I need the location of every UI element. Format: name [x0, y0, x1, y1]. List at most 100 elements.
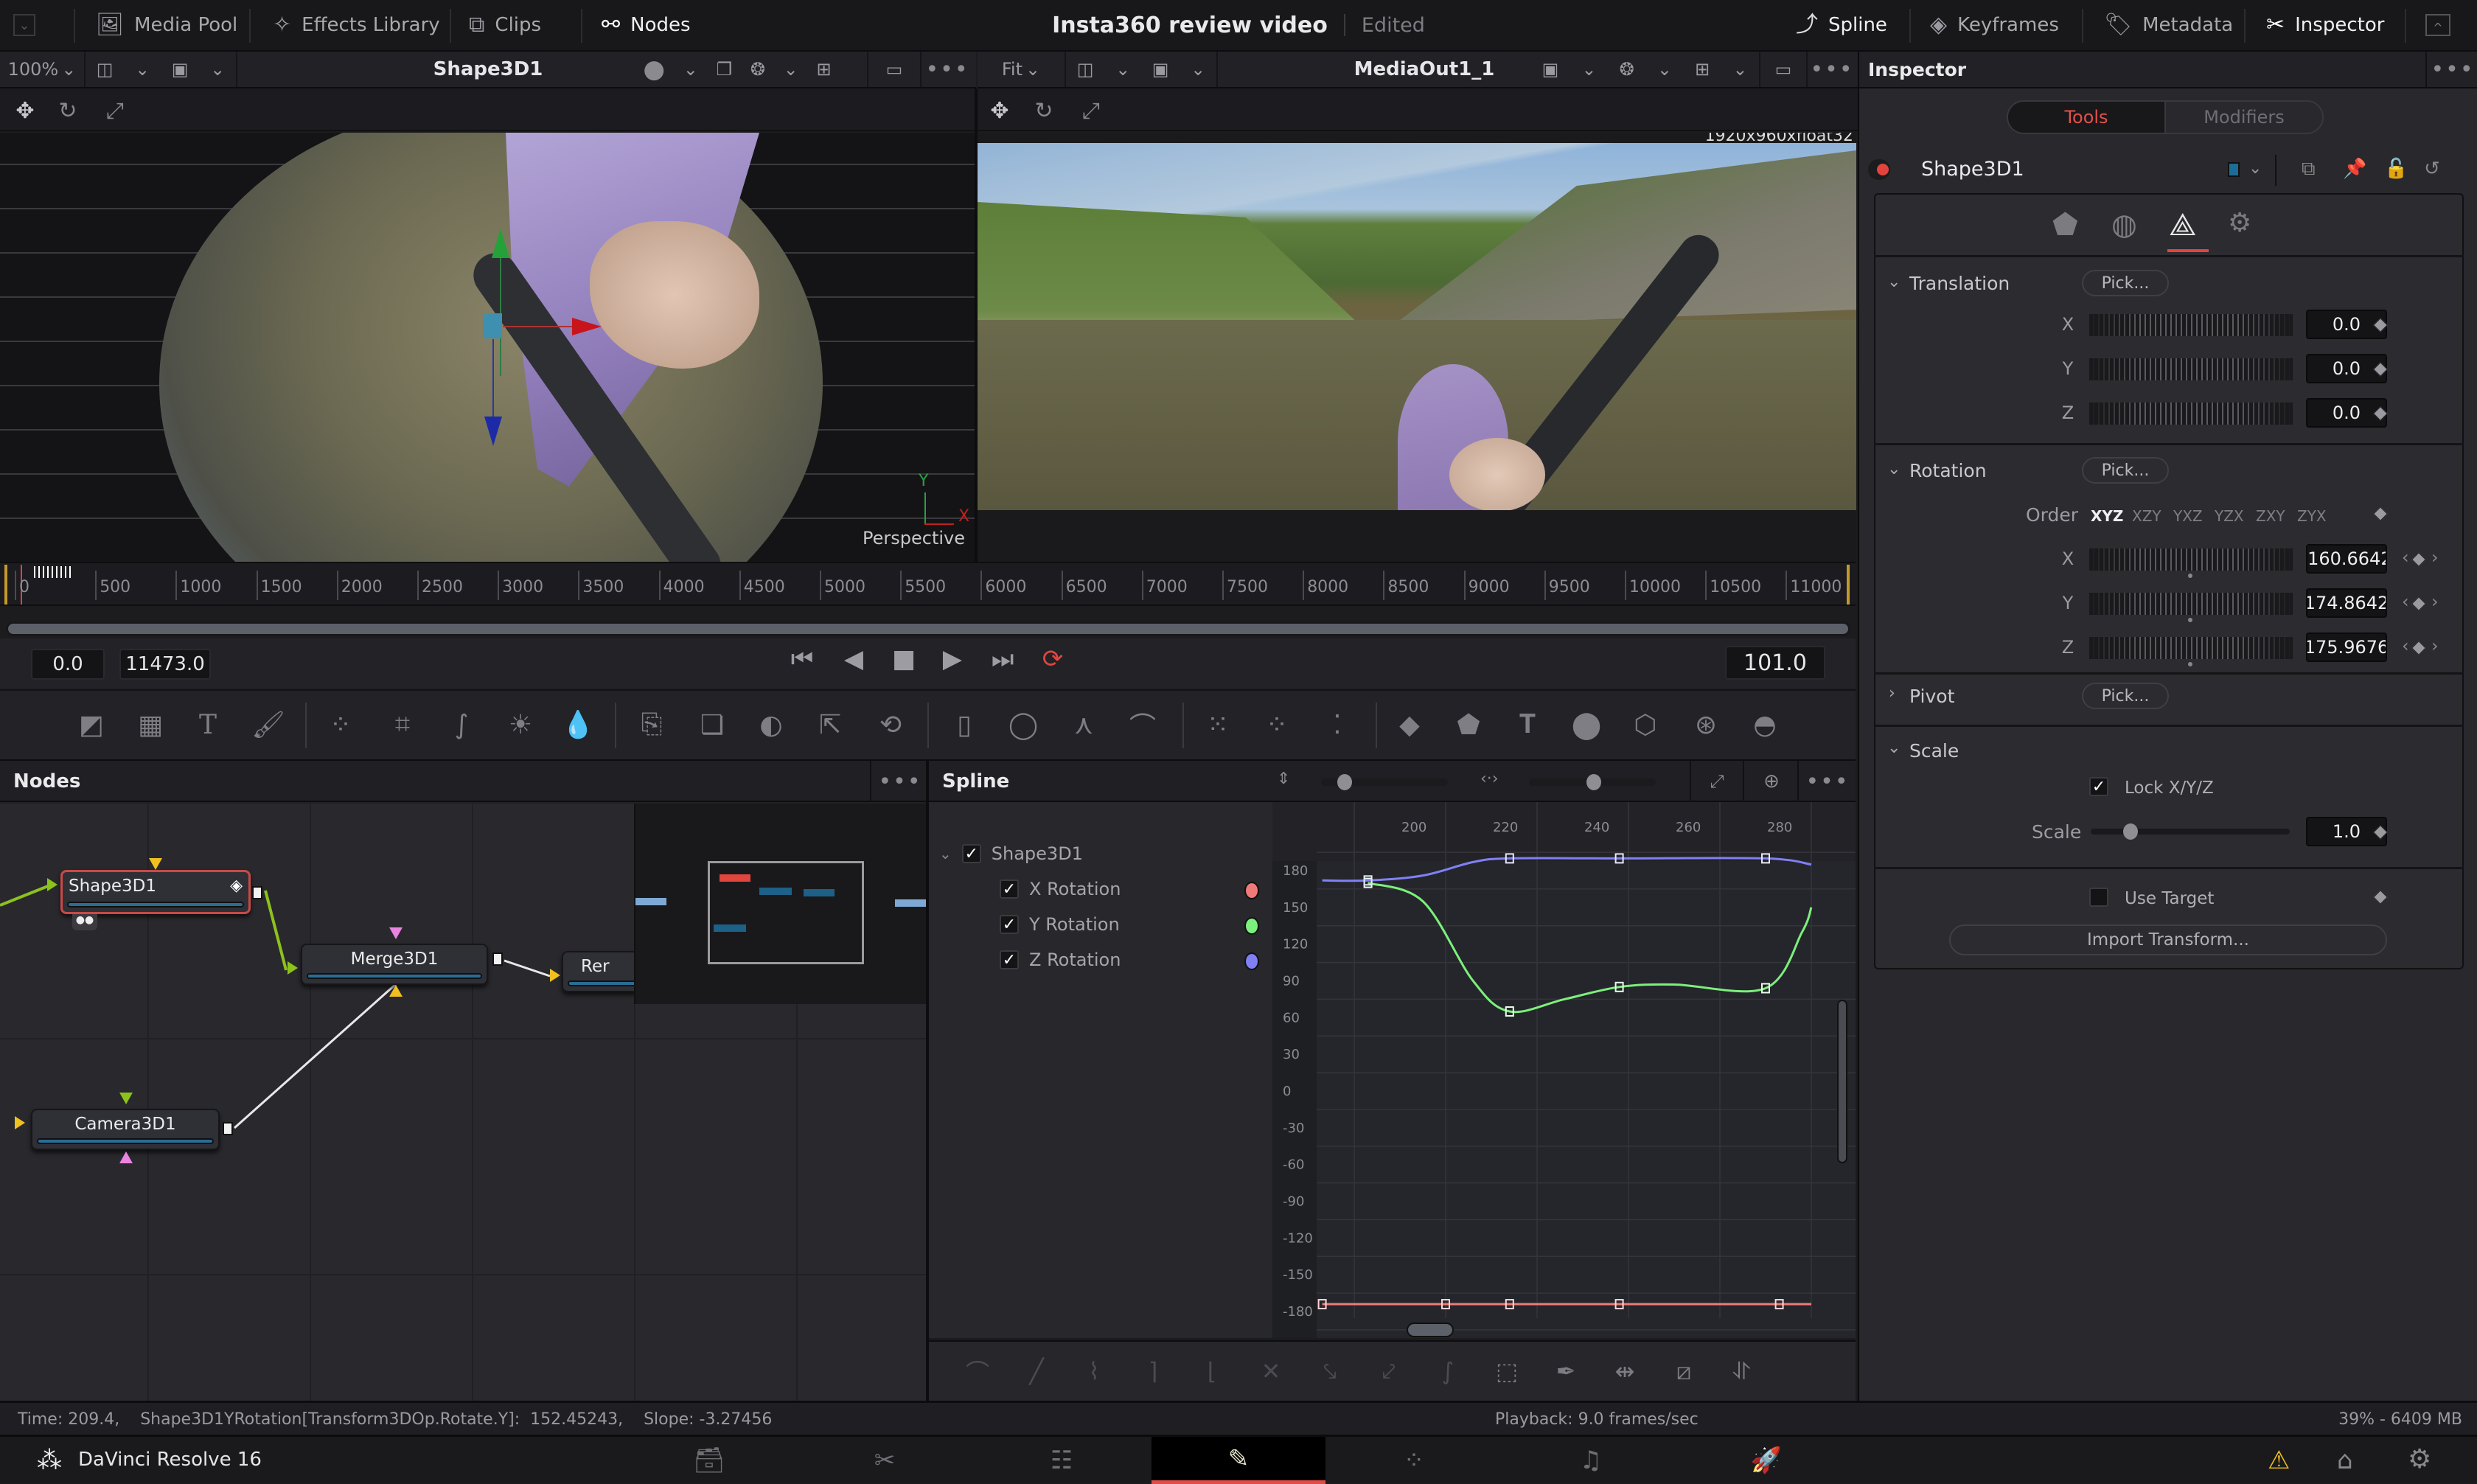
zoom-to-fit-button[interactable]: ⤢	[1700, 768, 1734, 795]
prev-keyframe-icon[interactable]: ‹	[2402, 591, 2409, 612]
chevron-down-icon[interactable]: ⌄	[210, 59, 225, 80]
step-out-icon[interactable]: ⌊	[1196, 1355, 1228, 1387]
roi-icon[interactable]: ▣	[172, 59, 189, 80]
invert-icon[interactable]: ⌇	[1078, 1355, 1110, 1387]
rotation-order-zyx[interactable]: ZYX	[2297, 507, 2327, 525]
bspline-mask-icon[interactable]: ⌒	[1125, 707, 1160, 742]
chevron-down-icon[interactable]: ⌄	[2248, 159, 2262, 178]
safe-area-icon[interactable]: ▣	[1542, 59, 1559, 80]
dolly-tool-icon[interactable]: ⤢	[1076, 96, 1106, 125]
rotation-z-slider[interactable]	[2089, 637, 2293, 659]
play-reverse-button[interactable]: ◀	[837, 643, 870, 675]
spline-graph-svg[interactable]: 200 220 240 260 280 180 150 120 90 60 30 0 -30 -60 -90…	[1272, 802, 1856, 1338]
rotation-z-field[interactable]: 175.9676	[2306, 633, 2387, 662]
page-fairlight-button[interactable]: ♫	[1504, 1437, 1678, 1484]
vertical-zoom-slider[interactable]	[1321, 774, 1448, 790]
go-to-end-button[interactable]: ⏭	[986, 643, 1019, 675]
merge3d-input-port[interactable]	[288, 961, 298, 975]
expand-panel-button[interactable]: ^	[2425, 0, 2450, 50]
next-keyframe-icon[interactable]: ›	[2431, 635, 2439, 656]
import-transform-button[interactable]: Import Transform...	[1949, 924, 2387, 955]
split-wipe-icon[interactable]: ◫	[1077, 59, 1094, 80]
pan-tool-icon[interactable]: ✥	[985, 96, 1014, 125]
loader-tool-icon[interactable]: ⎘	[634, 707, 669, 742]
chevron-down-icon[interactable]: ⌄	[1191, 59, 1205, 80]
prev-keyframe-icon[interactable]: ‹	[2402, 547, 2409, 568]
node-camera3d[interactable]: Camera3D1	[31, 1109, 220, 1150]
brightness-contrast-tool-icon[interactable]: ☀	[503, 707, 538, 742]
page-fusion-button[interactable]: ✎	[1152, 1437, 1325, 1484]
graph-horizontal-scrollbar[interactable]	[1407, 1323, 1454, 1337]
loop-button[interactable]: ⟳	[1037, 643, 1069, 675]
clips-button[interactable]: ⧉ Clips	[469, 0, 541, 50]
ease-icon[interactable]: ∫	[1432, 1355, 1464, 1387]
lock-icon[interactable]: 🔓	[2384, 158, 2408, 180]
rotate-tool-icon[interactable]: ↻	[1029, 96, 1059, 125]
shape3d-input-port[interactable]	[47, 878, 58, 891]
ellipse-mask-icon[interactable]: ◯	[1006, 707, 1041, 742]
x-rotation-checkbox[interactable]: ✓	[1000, 879, 1019, 899]
chevron-down-icon[interactable]: ⌄	[1115, 59, 1130, 80]
rotation-order-yxz[interactable]: YXZ	[2173, 507, 2203, 525]
effects-library-button[interactable]: ✧ Effects Library	[273, 0, 440, 50]
next-keyframe-icon[interactable]: ›	[2431, 547, 2439, 568]
spline-more-button[interactable]: •••	[1803, 761, 1852, 802]
merge-3d-icon[interactable]: ⬤	[1569, 707, 1604, 742]
render-range-end[interactable]	[1847, 565, 1850, 605]
time-stretch-icon[interactable]: ⇹	[1609, 1355, 1641, 1387]
home-icon[interactable]: ⌂	[2337, 1446, 2353, 1475]
smooth-icon[interactable]: ⌒	[961, 1355, 994, 1387]
chevron-down-icon[interactable]: ⌄	[1732, 59, 1747, 80]
camera3d-top-port[interactable]	[119, 1093, 133, 1104]
left-viewer-fullscreen-button[interactable]: ▭	[867, 52, 922, 87]
settings-gear-icon[interactable]: ⚙	[2408, 1444, 2431, 1474]
page-color-button[interactable]: ⁘	[1327, 1437, 1501, 1484]
chevron-down-icon[interactable]: ⌄	[683, 59, 698, 80]
reverse-icon[interactable]: ✕	[1255, 1355, 1287, 1387]
current-time-field[interactable]: 101.0	[1725, 646, 1825, 680]
play-forward-button[interactable]: ▶	[936, 643, 969, 675]
reference-marker-icon[interactable]: ⥯	[1725, 1355, 1757, 1387]
roi-icon[interactable]: ▣	[1152, 59, 1169, 80]
scale-slider[interactable]	[2091, 823, 2290, 840]
chevron-down-icon[interactable]: ⌄	[1887, 739, 1901, 757]
controls-tab-icon[interactable]: ⬟	[2052, 208, 2078, 242]
camera3d-bottom-port[interactable]	[119, 1152, 133, 1163]
color-corrector-tool-icon[interactable]: ∫	[444, 707, 479, 742]
left-viewer-3d[interactable]: Y X Perspective	[0, 133, 975, 562]
particle-render-icon[interactable]: ⁘	[1259, 707, 1295, 742]
paint-tool-icon[interactable]: 🖌	[251, 707, 286, 742]
rotation-order-zxy[interactable]: ZXY	[2256, 507, 2285, 525]
right-viewer-more-button[interactable]: •••	[1808, 52, 1856, 87]
node-visibility-toggle[interactable]: ●●	[72, 914, 97, 930]
color-curves-tool-icon[interactable]: ⌗	[385, 707, 420, 742]
pin-icon[interactable]: 📌	[2343, 158, 2366, 180]
camera3d-input-port[interactable]	[15, 1116, 25, 1129]
renderer-3d-icon[interactable]: ◓	[1747, 707, 1783, 742]
color-channel-icon[interactable]: ●	[643, 55, 665, 84]
spline-graph[interactable]: 200 220 240 260 280 180 150 120 90 60 30 0 -30 -60 -90…	[1272, 802, 1856, 1338]
spline-tree-parent[interactable]: ⌄ ✓ Shape3D1	[939, 843, 1083, 864]
gizmo-z-arrow[interactable]	[484, 417, 502, 446]
camera3d-output-port[interactable]	[223, 1122, 233, 1135]
stop-button[interactable]: ■	[888, 643, 920, 675]
translation-y-slider[interactable]	[2089, 358, 2293, 380]
page-cut-button[interactable]: ✂	[798, 1437, 972, 1484]
merge-tool-icon[interactable]: ◐	[753, 707, 789, 742]
shape-3d-icon[interactable]: ⬟	[1451, 707, 1486, 742]
rotation-x-slider[interactable]	[2089, 548, 2293, 571]
ease-out-icon[interactable]: ⤦	[1373, 1355, 1405, 1387]
node-shape3d[interactable]: Shape3D1 ◈	[60, 870, 251, 914]
merge3d-top-port[interactable]	[389, 927, 403, 939]
particle-emitter-icon[interactable]: ⁙	[1200, 707, 1236, 742]
keyframes-button[interactable]: ◈ Keyframes	[1930, 0, 2059, 50]
node-navigator[interactable]	[634, 804, 927, 1004]
spotlight-3d-icon[interactable]: ⊛	[1688, 707, 1724, 742]
shape3d-output-port[interactable]	[252, 886, 262, 899]
reset-icon[interactable]: ↺	[2424, 158, 2440, 180]
chevron-down-icon[interactable]: ⌄	[1581, 59, 1596, 80]
linear-icon[interactable]: ╱	[1020, 1355, 1053, 1387]
ease-in-icon[interactable]: ⤥	[1314, 1355, 1346, 1387]
node-merge3d[interactable]: Merge3D1	[301, 944, 488, 985]
gizmo-y-arrow[interactable]	[492, 229, 509, 258]
